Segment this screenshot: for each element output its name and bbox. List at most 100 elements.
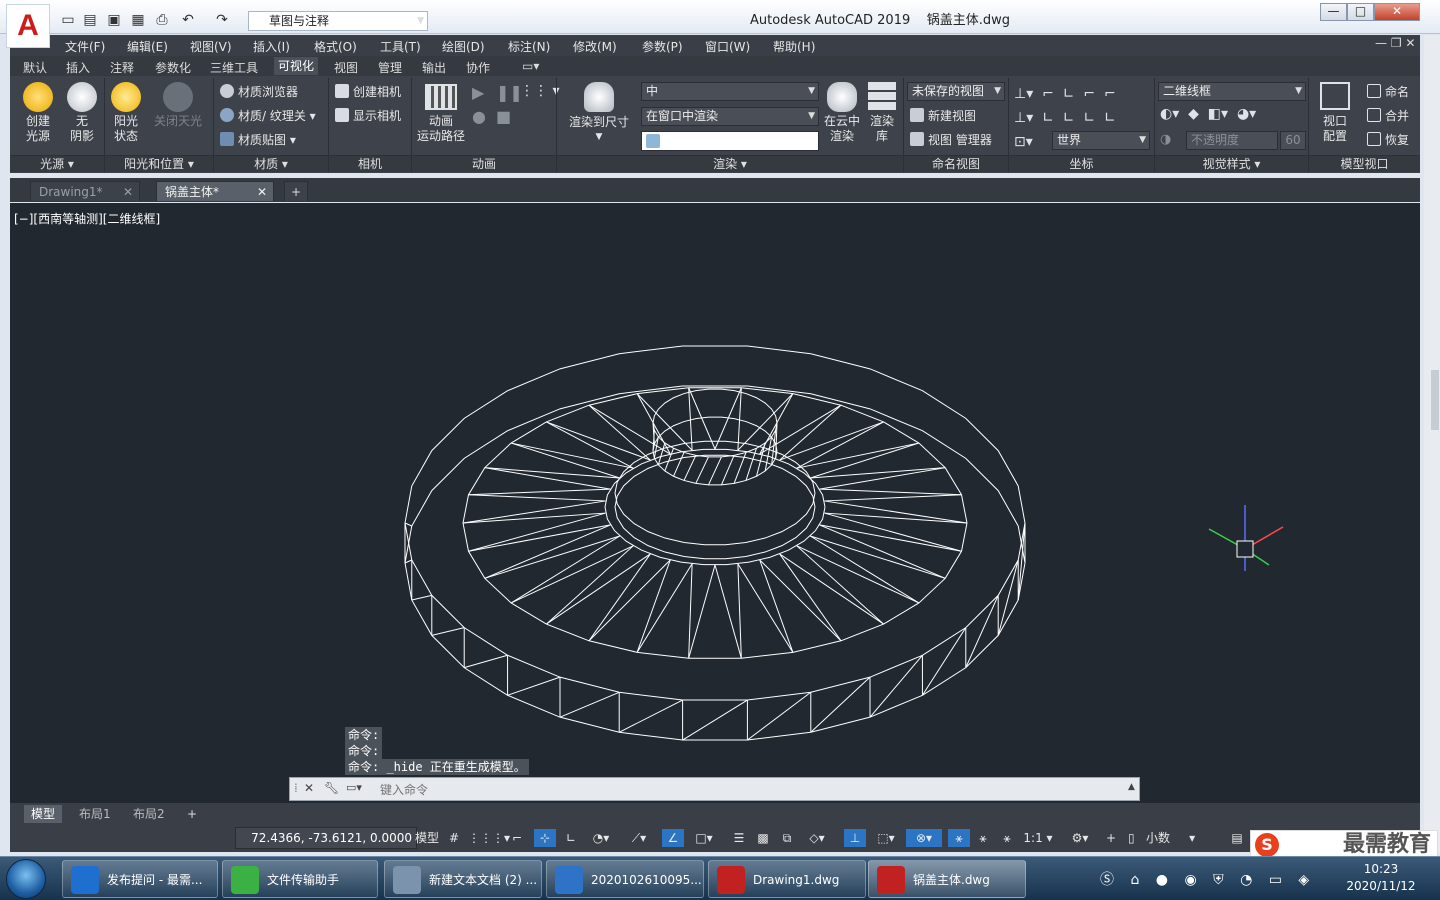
- view-manager-button[interactable]: 视图 管理器: [910, 132, 992, 148]
- scale-dropdown[interactable]: 1:1 ▾: [1020, 829, 1056, 847]
- auto-scale-icon[interactable]: ⚹: [972, 829, 994, 847]
- doc-window-controls[interactable]: — ❐ ✕: [1375, 36, 1415, 50]
- menu-item[interactable]: 修改(M): [573, 38, 617, 55]
- visual-style-tools[interactable]: ◐▾ ◆ ◧▾ ◕▾: [1160, 106, 1256, 122]
- tab-output[interactable]: 输出: [422, 59, 446, 76]
- taskbar-item-wechat[interactable]: 文件传输助手: [222, 860, 378, 898]
- panel-title-materials[interactable]: 材质 ▾: [214, 155, 328, 172]
- infer-icon[interactable]: ⌐: [506, 829, 528, 847]
- application-menu-button[interactable]: A: [6, 4, 50, 48]
- record-icon[interactable]: ●: [472, 107, 486, 126]
- menu-item[interactable]: 窗口(W): [705, 38, 750, 55]
- menu-item[interactable]: 工具(T): [380, 38, 421, 55]
- menu-item[interactable]: 格式(O): [314, 38, 357, 55]
- tab-default[interactable]: 默认: [23, 59, 47, 76]
- taskbar-item-browser[interactable]: 发布提问 - 最需...: [62, 860, 218, 898]
- named-view-dropdown[interactable]: 未保存的视图 ▼: [907, 82, 1005, 101]
- render-quality-dropdown[interactable]: 中 ▼: [641, 82, 819, 101]
- render-in-cloud-button[interactable]: 在云中 渲染: [822, 82, 862, 144]
- transparency-icon[interactable]: ▩: [752, 829, 774, 847]
- join-viewport-button[interactable]: 合并: [1367, 108, 1409, 124]
- material-browser-button[interactable]: 材质浏览器: [220, 84, 298, 100]
- clock[interactable]: 10:23 2020/11/12: [1330, 861, 1432, 895]
- redo-icon[interactable]: ↷: [214, 12, 230, 28]
- create-camera-button[interactable]: 创建相机: [335, 84, 401, 100]
- osnap-icon[interactable]: □▾: [686, 829, 722, 847]
- open-file-icon[interactable]: ▤: [82, 12, 98, 28]
- opacity-slider[interactable]: 不透明度: [1186, 131, 1278, 150]
- render-size-field[interactable]: [641, 131, 819, 151]
- close-icon[interactable]: ✕: [123, 182, 133, 202]
- close-button[interactable]: ✕: [1374, 3, 1420, 21]
- play-icon[interactable]: ▶: [472, 83, 484, 102]
- menu-item[interactable]: 视图(V): [190, 38, 232, 55]
- ortho-icon[interactable]: ∟: [560, 829, 582, 847]
- name-viewport-button[interactable]: 命名: [1367, 84, 1409, 100]
- grip-icon[interactable]: ⁞: [294, 781, 298, 795]
- ucs-icon-row-1[interactable]: ⊥▾ ⌐ ∟ ⌐ ⌐: [1014, 82, 1150, 106]
- tab-collaborate[interactable]: 协作: [466, 59, 490, 76]
- command-prompt-icon[interactable]: ▭▾: [346, 781, 362, 794]
- tab-model[interactable]: 模型: [24, 805, 63, 823]
- render-to-size-button[interactable]: 渲染到尺寸 ▼: [562, 82, 636, 145]
- quick-properties-icon[interactable]: ▤: [1226, 829, 1248, 847]
- new-tab-button[interactable]: +: [284, 181, 308, 201]
- material-mapping-button[interactable]: 材质贴图 ▾: [220, 132, 296, 148]
- menu-item[interactable]: 插入(I): [253, 38, 290, 55]
- save-as-icon[interactable]: ▦: [130, 12, 146, 28]
- maximize-button[interactable]: □: [1347, 3, 1374, 21]
- vertical-scrollbar[interactable]: [1424, 35, 1440, 853]
- material-texture-button[interactable]: 材质/ 纹理关 ▾: [220, 108, 316, 124]
- tab-parametric[interactable]: 参数化: [155, 59, 191, 76]
- taskbar-item-video[interactable]: 2020102610095...: [546, 860, 704, 898]
- panel-title-visual-styles[interactable]: 视觉样式 ▾: [1155, 155, 1308, 172]
- menu-item[interactable]: 标注(N): [508, 38, 550, 55]
- tab-insert[interactable]: 插入: [66, 59, 90, 76]
- menu-item[interactable]: 文件(F): [65, 38, 105, 55]
- panel-title-render[interactable]: 渲染 ▾: [557, 155, 903, 172]
- menu-item[interactable]: 绘图(D): [442, 38, 485, 55]
- stop-icon[interactable]: ■: [496, 107, 511, 126]
- motion-path-button[interactable]: 动画 运动路径: [414, 84, 468, 144]
- menu-item[interactable]: 帮助(H): [773, 38, 815, 55]
- annotation-visibility-icon[interactable]: ⚹: [948, 829, 970, 847]
- add-layout-button[interactable]: +: [180, 805, 204, 823]
- isodraft-icon[interactable]: ⟋▾: [622, 829, 656, 847]
- dynamic-input-icon[interactable]: ⊹: [534, 829, 556, 847]
- ribbon-minimize-icon[interactable]: ▭▾: [522, 59, 539, 73]
- snap-icon[interactable]: ⋮⋮⋮▾: [468, 829, 510, 847]
- panel-title-lights[interactable]: 光源 ▾: [10, 155, 104, 172]
- tab-manage[interactable]: 管理: [378, 59, 402, 76]
- ucs-icon-row-2[interactable]: ⊥▾ ∟ ∟ ∟ ∟: [1014, 106, 1150, 130]
- start-button[interactable]: [6, 859, 46, 899]
- render-library-button[interactable]: 渲染 库: [864, 82, 900, 144]
- menu-item[interactable]: 编辑(E): [127, 38, 168, 55]
- file-tab-pot-lid[interactable]: 锅盖主体* ✕: [156, 181, 274, 201]
- selection-cycling-icon[interactable]: ⧉: [776, 829, 798, 847]
- save-icon[interactable]: ▣: [106, 12, 122, 28]
- tab-view[interactable]: 视图: [334, 59, 358, 76]
- print-icon[interactable]: ⎙: [154, 12, 170, 28]
- coordinate-readout[interactable]: 72.4366, -73.6121, 0.0000: [235, 827, 417, 849]
- ucs-dropdown[interactable]: 世界 ▼: [1052, 131, 1150, 150]
- units-dropdown[interactable]: ▯ 小数 ▾: [1128, 829, 1218, 847]
- sun-status-button[interactable]: 阳光 状态: [106, 82, 146, 144]
- lineweight-icon[interactable]: ☰: [728, 829, 750, 847]
- scrollbar-thumb[interactable]: [1431, 370, 1439, 430]
- tab-visualize[interactable]: 可视化: [274, 57, 319, 75]
- gizmo-icon[interactable]: ⬚▾: [868, 829, 904, 847]
- new-file-icon[interactable]: ▭: [60, 12, 76, 28]
- walk-icon[interactable]: ⋮⋮ ▾: [520, 83, 559, 99]
- tray-icons[interactable]: Ⓢ ⌂ ● ◉ ⛨ ◔ ▭ ◈: [1100, 869, 1315, 889]
- grid-icon[interactable]: #: [444, 829, 464, 847]
- panel-title-sun[interactable]: 阳光和位置 ▾: [105, 155, 213, 172]
- file-tab-drawing1[interactable]: Drawing1* ✕: [30, 181, 140, 201]
- drawing-viewport[interactable]: [10, 203, 1420, 803]
- workspace-selector[interactable]: 草图与注释 ▼: [248, 11, 428, 31]
- visual-style-dropdown[interactable]: 二维线框 ▼: [1158, 82, 1306, 101]
- taskbar-item-drawing1[interactable]: Drawing1.dwg: [708, 860, 866, 898]
- annotation-icon[interactable]: ⚹: [996, 829, 1018, 847]
- wrench-icon[interactable]: 🔧︎: [324, 781, 339, 795]
- shadow-button[interactable]: 无 阴影: [62, 82, 102, 144]
- opacity-value[interactable]: 60: [1280, 131, 1306, 150]
